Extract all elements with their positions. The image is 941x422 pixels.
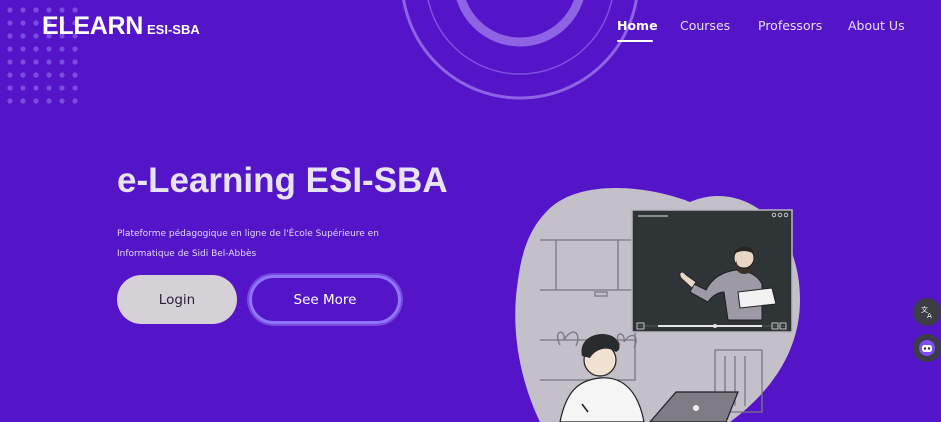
translate-button[interactable]: 文 A (913, 298, 941, 326)
svg-text:A: A (927, 312, 932, 320)
nav-link-courses[interactable]: Courses (680, 18, 730, 33)
bot-icon (919, 340, 935, 356)
assistant-button[interactable] (913, 334, 941, 362)
hero-description: Plateforme pédagogique en ligne de l'Éco… (117, 229, 379, 259)
brand-suffix: ESI-SBA (146, 22, 200, 37)
login-button[interactable]: Login (117, 275, 237, 324)
active-nav-underline (617, 40, 653, 42)
main-navigation: Home Courses Professors About Us (604, 18, 924, 48)
concentric-rings-decoration (402, 0, 638, 100)
nav-link-home[interactable]: Home (617, 18, 658, 33)
brand-name: ELEARN (42, 12, 143, 40)
nav-link-about-us[interactable]: About Us (848, 18, 905, 33)
brand-logo[interactable]: ELEARN ESI-SBA (42, 12, 200, 41)
see-more-button[interactable]: See More (249, 275, 401, 324)
e-learning-illustration (515, 188, 800, 422)
hero-title: e-Learning ESI-SBA (117, 161, 448, 200)
translate-icon: 文 A (921, 305, 932, 320)
nav-link-professors[interactable]: Professors (758, 18, 822, 33)
